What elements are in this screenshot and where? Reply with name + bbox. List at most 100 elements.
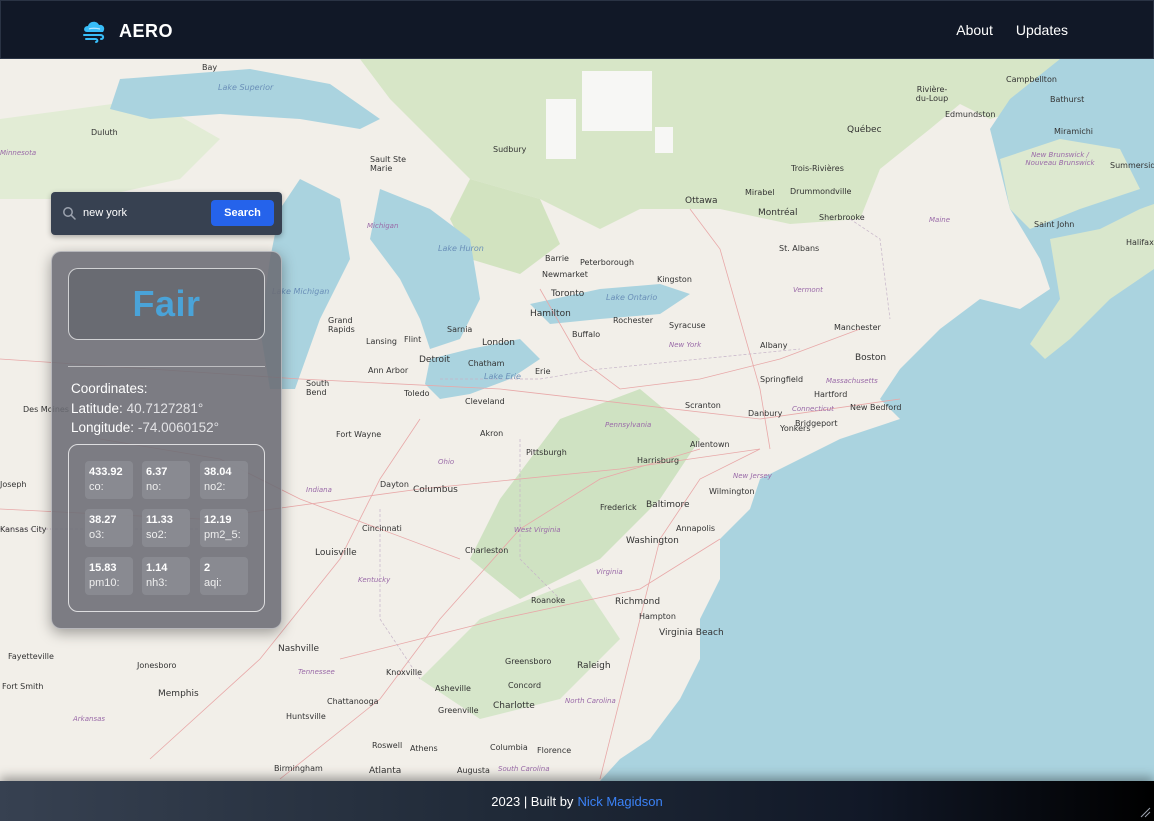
map-label: Greensboro: [505, 657, 552, 666]
map-label: Richmond: [615, 597, 661, 607]
map-label: South Carolina: [498, 765, 550, 773]
map-label: Springfield: [760, 375, 804, 384]
map-label: Allentown: [690, 440, 730, 449]
map-label: Birmingham: [274, 764, 323, 773]
map-label: Knoxville: [386, 668, 423, 677]
pollutant-tile: 433.92 co:: [85, 461, 133, 499]
map-label: Flint: [404, 335, 422, 344]
map-label: Peterborough: [580, 258, 635, 267]
map-label: Campbellton: [1006, 75, 1057, 84]
map-label: Pittsburgh: [526, 448, 567, 457]
map-label: Baltimore: [646, 500, 690, 510]
map-label: Charleston: [465, 546, 509, 555]
map-label: Bathurst: [1050, 95, 1085, 104]
map-label: Washington: [626, 536, 679, 546]
map-label: Syracuse: [669, 321, 706, 330]
map-label: Virginia Beach: [659, 628, 724, 638]
map-label: Toledo: [404, 389, 430, 398]
air-quality-rating: Fair: [132, 283, 201, 324]
pollutant-tile: 38.04 no2:: [200, 461, 248, 499]
search-button[interactable]: Search: [211, 200, 274, 226]
pollutant-key: pm10:: [89, 577, 120, 589]
coordinates-title: Coordinates:: [71, 381, 148, 396]
longitude-label: Longitude:: [71, 420, 135, 435]
map-label: West Virginia: [514, 526, 561, 534]
map-label: Cleveland: [465, 397, 505, 406]
pollutant-tile: 1.14 nh3:: [142, 557, 190, 595]
divider: [68, 366, 265, 367]
pollutant-value: 6.37: [146, 466, 168, 478]
map-label: Bridgeport: [795, 419, 838, 428]
quality-box: Fair: [68, 268, 265, 340]
map-label: New Brunswick / Nouveau Brunswick: [1025, 151, 1095, 167]
map-label: Michigan: [367, 222, 399, 230]
map-label: Dayton: [380, 480, 409, 489]
map-label: Lake Huron: [438, 244, 484, 253]
map-label: Montréal: [758, 208, 798, 218]
map-label: Roswell: [372, 741, 403, 750]
pollutant-key: no2:: [204, 481, 226, 493]
map-label: Ann Arbor: [368, 366, 409, 375]
map-label: Roanoke: [531, 596, 566, 605]
author-link[interactable]: Nick Magidson: [577, 794, 662, 809]
map-label: Toronto: [551, 289, 585, 299]
map-label: Kansas City: [0, 525, 47, 534]
pollutant-tile: 38.27 o3:: [85, 509, 133, 547]
pollutant-tile: 11.33 so2:: [142, 509, 190, 547]
coordinates: Coordinates: Latitude: 40.7127281° Longi…: [71, 379, 219, 438]
pollutant-tile: 2 aqi:: [200, 557, 248, 595]
map-label: Maine: [929, 216, 951, 224]
top-navbar: AERO About Updates: [0, 0, 1154, 59]
pollutant-key: o3:: [89, 529, 105, 541]
map-label: New Jersey: [733, 472, 772, 480]
map-label: Fayetteville: [8, 652, 54, 661]
map-label: Duluth: [91, 128, 118, 137]
latitude-label: Latitude:: [71, 400, 123, 416]
pollutant-key: so2:: [146, 529, 167, 541]
map-label: Raleigh: [577, 661, 611, 671]
map-label: Lansing: [366, 337, 397, 346]
brand[interactable]: AERO: [80, 17, 173, 45]
longitude-row: Longitude: -74.0060152°: [71, 418, 219, 438]
map-label: Sarnia: [447, 325, 473, 334]
nav-updates-link[interactable]: Updates: [1016, 22, 1068, 38]
map-label: Frederick: [600, 503, 637, 512]
map-label: Indiana: [306, 486, 332, 494]
pollutant-value: 433.92: [89, 466, 123, 478]
pollutant-tile: 12.19 pm2_5:: [200, 509, 248, 547]
map-label: Québec: [847, 125, 882, 135]
footer-text: 2023 | Built by: [491, 793, 574, 809]
map-label: Ohio: [438, 458, 455, 466]
map-label: Florence: [537, 746, 572, 755]
map-label: Akron: [480, 429, 504, 438]
map-label: Hartford: [814, 390, 848, 399]
map-label: Manchester: [834, 323, 881, 332]
map-label: Detroit: [419, 355, 451, 365]
map-label: London: [482, 338, 515, 348]
map-label: Augusta: [457, 766, 490, 775]
map-label: Asheville: [435, 684, 471, 693]
map-label: Kentucky: [358, 576, 391, 584]
map-label: Joseph: [0, 480, 27, 489]
map-label: Scranton: [685, 401, 721, 410]
map-label: Edmundston: [945, 110, 996, 119]
resize-handle-icon[interactable]: [1139, 806, 1151, 818]
pollutant-tile: 6.37 no:: [142, 461, 190, 499]
pollutant-value: 38.27: [89, 514, 117, 526]
map-label: St. Albans: [779, 244, 820, 253]
map-label: Halifax: [1126, 238, 1154, 247]
map-label: Albany: [760, 341, 788, 350]
map-label: Danbury: [748, 409, 783, 418]
map-label: Concord: [508, 681, 542, 690]
pollutant-tile: 15.83 pm10:: [85, 557, 133, 595]
map-label: Louisville: [315, 548, 357, 558]
map-label: South Bend: [306, 379, 330, 397]
latitude-row: Latitude: 40.7127281°: [71, 399, 219, 419]
search-input[interactable]: [83, 204, 203, 222]
nav-about-link[interactable]: About: [956, 22, 993, 38]
pollutant-key: co:: [89, 481, 104, 493]
search-icon: [63, 207, 76, 220]
map-label: Jonesboro: [137, 661, 177, 670]
map-label: Sault Ste Marie: [370, 155, 407, 173]
map-label: Saint John: [1034, 220, 1075, 229]
